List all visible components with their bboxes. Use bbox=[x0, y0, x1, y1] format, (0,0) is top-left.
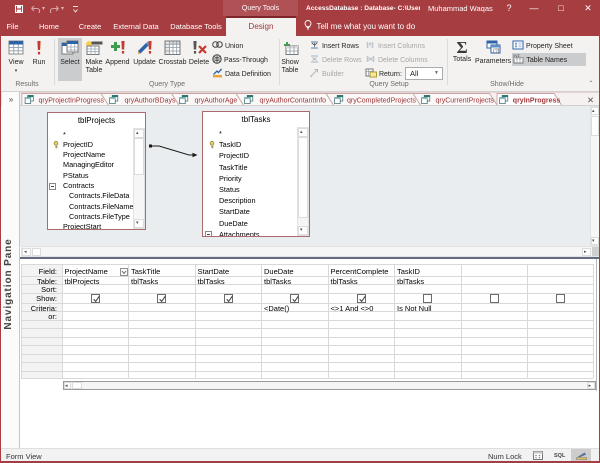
svg-text:qryAuthorContantInfo: qryAuthorContantInfo bbox=[260, 97, 327, 104]
svg-text:qryAuthorAge: qryAuthorAge bbox=[195, 97, 238, 104]
svg-text:qryCurrentProjects: qryCurrentProjects bbox=[436, 97, 495, 104]
svg-text:qryInProgress: qryInProgress bbox=[513, 97, 561, 104]
svg-text:qryCompletedProjects: qryCompletedProjects bbox=[347, 97, 416, 104]
svg-text:✕: ✕ bbox=[587, 95, 594, 105]
svg-text:qryProjectInProgress: qryProjectInProgress bbox=[39, 97, 105, 104]
svg-text:qryAuthorBDays: qryAuthorBDays bbox=[125, 97, 176, 104]
svg-text:[?]: [?] bbox=[493, 48, 500, 54]
